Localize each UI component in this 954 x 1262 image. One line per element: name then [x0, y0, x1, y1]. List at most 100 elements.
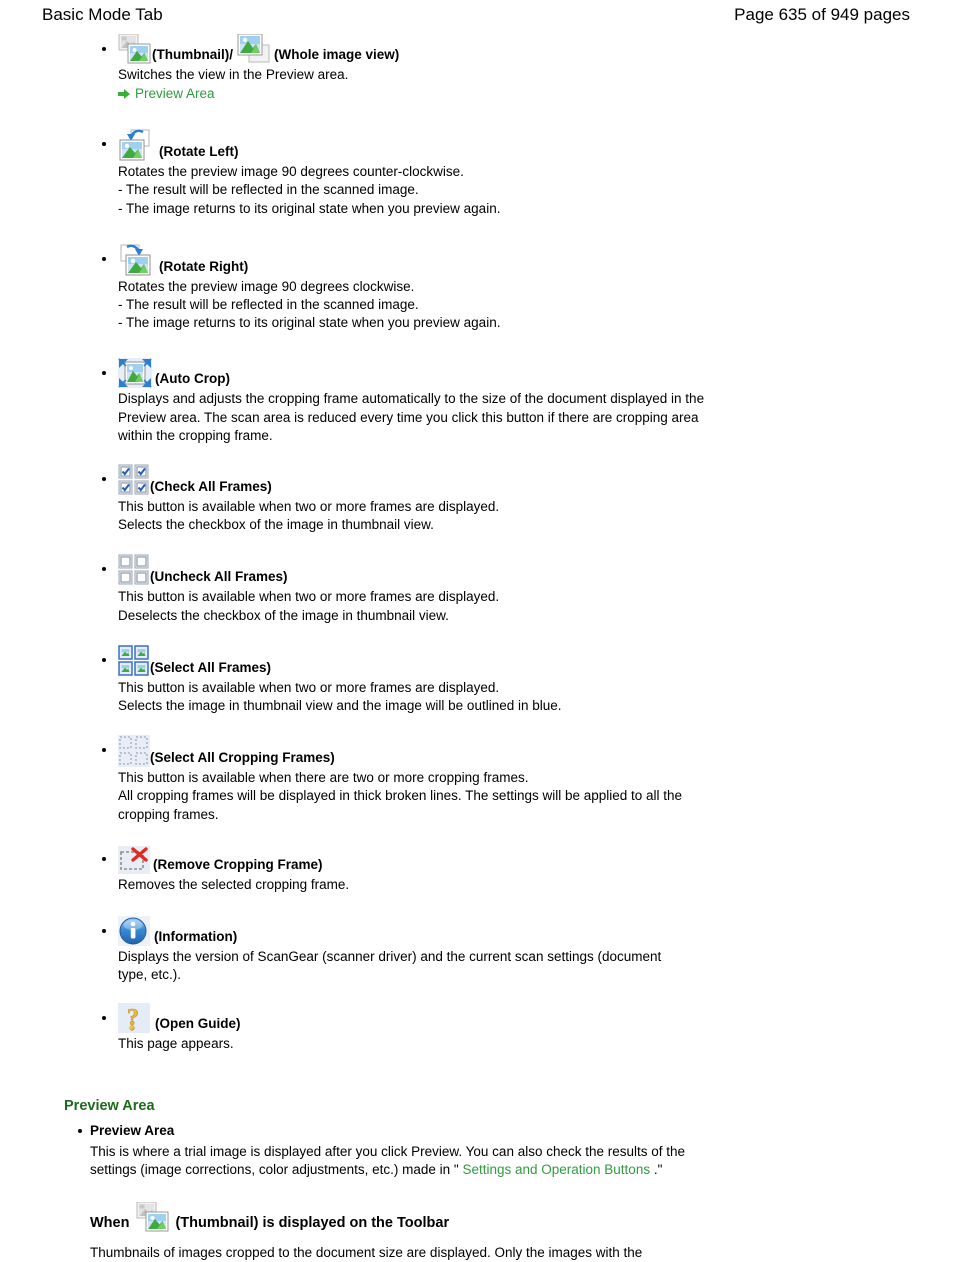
when-thumbnail-heading: When (Thumbnail) is displayed on the Too…: [90, 1201, 914, 1232]
bullet-icon: [102, 371, 106, 376]
item-description: Rotates the preview image 90 degrees clo…: [118, 278, 726, 333]
desc-text-part2: .": [650, 1162, 663, 1178]
remove-cropping-frame-icon[interactable]: [118, 845, 150, 874]
link-settings-and-operation-buttons[interactable]: Settings and Operation Buttons: [462, 1162, 650, 1177]
item-description: This button is available when two or mor…: [118, 588, 726, 624]
remove-cropping-frame-label: (Remove Cropping Frame): [153, 856, 323, 872]
when-prefix-label: When: [90, 1214, 130, 1231]
desc-line: - The result will be reflected in the sc…: [118, 182, 419, 198]
desc-line: - The image returns to its original stat…: [118, 315, 501, 331]
document-content: (Thumbnail)/ (Whole image view) Switches…: [0, 28, 954, 1262]
page-title: Basic Mode Tab: [42, 5, 163, 24]
list-item: (Uncheck All Frames) This button is avai…: [40, 548, 914, 624]
item-header: (Remove Cropping Frame): [118, 838, 914, 874]
rotate-right-icon[interactable]: [118, 244, 154, 276]
desc-line: Switches the view in the Preview area.: [118, 67, 349, 82]
list-item: (Select All Frames) This button is avail…: [40, 639, 914, 715]
preview-area-link-line: Preview Area: [118, 85, 914, 103]
rotate-left-icon[interactable]: [118, 129, 154, 161]
bullet-icon: [102, 929, 106, 934]
bullet-icon: [102, 142, 106, 147]
toolbar-button-list: (Thumbnail)/ (Whole image view) Switches…: [40, 28, 914, 1054]
bullet-icon: [102, 477, 106, 482]
link-preview-area[interactable]: Preview Area: [135, 85, 215, 103]
thumbnail-label: (Thumbnail)/: [152, 47, 233, 62]
auto-crop-label: (Auto Crop): [155, 371, 230, 387]
select-all-frames-icon[interactable]: [118, 645, 150, 677]
thumbnail-icon: [136, 1201, 170, 1232]
list-item: (Thumbnail)/ (Whole image view) Switches…: [40, 28, 914, 103]
item-description: Rotates the preview image 90 degrees cou…: [118, 163, 726, 218]
whole-image-view-icon[interactable]: [237, 34, 271, 64]
check-all-frames-label: (Check All Frames): [150, 479, 272, 495]
item-description: Displays the version of ScanGear (scanne…: [118, 948, 690, 984]
list-item: (Rotate Left) Rotates the preview image …: [40, 123, 914, 218]
bullet-icon: [78, 1128, 82, 1133]
rotate-right-label: (Rotate Right): [159, 258, 249, 274]
list-item: (Select All Cropping Frames) This button…: [40, 729, 914, 824]
list-item: (Information) Displays the version of Sc…: [40, 910, 914, 984]
desc-line: All cropping frames will be displayed in…: [118, 788, 683, 822]
item-header: (Rotate Right): [118, 238, 914, 276]
bullet-icon: [102, 856, 106, 861]
desc-line: Rotates the preview image 90 degrees clo…: [118, 278, 415, 294]
desc-line: Displays the version of ScanGear (scanne…: [118, 949, 662, 983]
item-description: This button is available when two or mor…: [118, 679, 726, 715]
open-guide-icon[interactable]: ?: [118, 1003, 150, 1034]
desc-line: This button is available when two or mor…: [118, 499, 500, 515]
item-description: Removes the selected cropping frame.: [118, 876, 726, 894]
when-suffix-label: (Thumbnail) is displayed on the Toolbar: [175, 1214, 450, 1231]
item-description: This button is available when two or mor…: [118, 498, 726, 534]
desc-line: Removes the selected cropping frame.: [118, 876, 350, 892]
item-description: Switches the view in the Preview area.: [118, 66, 726, 84]
desc-line: This button is available when there are …: [118, 770, 529, 786]
desc-line: This button is available when two or mor…: [118, 679, 500, 695]
bullet-icon: [102, 1016, 106, 1021]
item-header: (Rotate Left): [118, 123, 914, 161]
preview-area-bullet-list: Preview Area This is where a trial image…: [40, 1122, 914, 1180]
item-header: (Auto Crop): [118, 352, 914, 389]
item-header: (Information): [118, 910, 914, 947]
item-header: (Uncheck All Frames): [118, 548, 914, 586]
page-number-label: Page 635 of 949 pages: [734, 5, 910, 24]
bullet-icon: [102, 567, 106, 572]
open-guide-label: (Open Guide): [155, 1016, 241, 1032]
information-icon[interactable]: [118, 916, 150, 947]
bullet-icon: [102, 47, 106, 51]
preview-area-description: This is where a trial image is displayed…: [90, 1143, 722, 1180]
list-item: (Auto Crop) Displays and adjusts the cro…: [40, 352, 914, 445]
item-header: ? (Open Guide): [118, 997, 914, 1034]
auto-crop-icon[interactable]: [118, 358, 152, 389]
check-all-frames-icon[interactable]: [118, 464, 150, 496]
select-all-cropping-frames-label: (Select All Cropping Frames): [150, 750, 335, 766]
list-item: (Rotate Right) Rotates the preview image…: [40, 238, 914, 333]
desc-line: Selects the checkbox of the image in thu…: [118, 517, 434, 533]
item-header: (Thumbnail)/ (Whole image view): [118, 28, 914, 64]
desc-line: Deselects the checkbox of the image in t…: [118, 607, 449, 623]
item-header: (Select All Frames): [118, 639, 914, 677]
green-arrow-icon: [118, 88, 131, 100]
rotate-left-label: (Rotate Left): [159, 144, 239, 160]
section-heading-preview-area: Preview Area: [64, 1097, 155, 1114]
list-item: ? (Open Guide) This page appears.: [40, 997, 914, 1053]
desc-line: - The result will be reflected in the sc…: [118, 297, 419, 313]
item-description: This button is available when there are …: [118, 769, 724, 824]
item-description: Displays and adjusts the cropping frame …: [118, 390, 722, 445]
item-header: (Check All Frames): [118, 458, 914, 496]
uncheck-all-frames-label: (Uncheck All Frames): [150, 569, 288, 585]
information-label: (Information): [154, 929, 238, 945]
preview-area-subtitle: Preview Area: [90, 1122, 175, 1138]
item-description: This page appears.: [118, 1035, 726, 1053]
thumbnail-icon[interactable]: [118, 34, 152, 64]
trailing-paragraph: Thumbnails of images cropped to the docu…: [90, 1244, 643, 1260]
desc-line: - The image returns to its original stat…: [118, 200, 501, 216]
item-header: (Select All Cropping Frames): [118, 729, 914, 768]
desc-line: This button is available when two or mor…: [118, 589, 500, 605]
select-all-cropping-frames-icon[interactable]: [118, 735, 150, 768]
list-item: Preview Area This is where a trial image…: [40, 1122, 914, 1180]
whole-image-view-label: (Whole image view): [274, 47, 400, 62]
bullet-icon: [102, 657, 106, 662]
bullet-icon: [102, 256, 106, 261]
desc-line: Rotates the preview image 90 degrees cou…: [118, 164, 464, 180]
uncheck-all-frames-icon[interactable]: [118, 554, 150, 586]
